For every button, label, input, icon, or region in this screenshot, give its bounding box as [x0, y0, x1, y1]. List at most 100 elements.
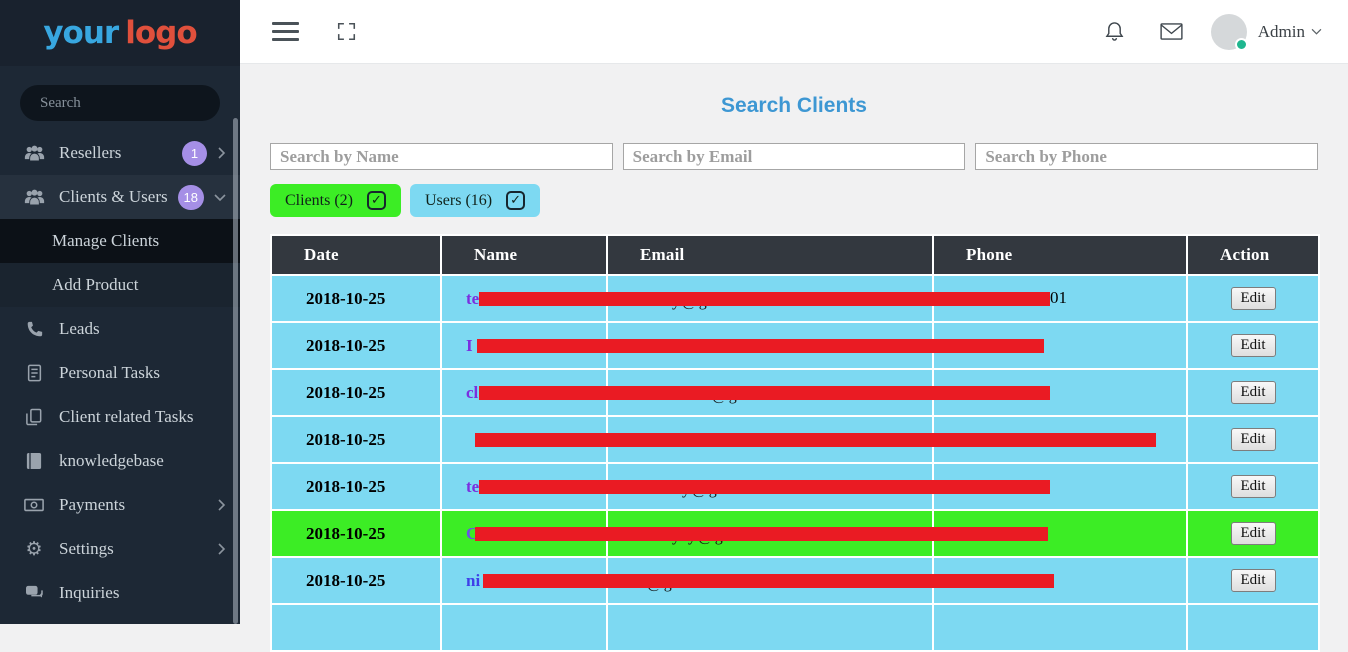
- users-filter-label: Users (16): [425, 192, 492, 210]
- table-row: 2018-10-25Cy y@g.Edit: [271, 510, 1319, 557]
- type-filters: Clients (2) ✓ Users (16) ✓: [270, 184, 1318, 217]
- sidebar-item-leads[interactable]: Leads: [0, 307, 240, 351]
- book-icon: [22, 452, 46, 470]
- sidebar-item-personal-tasks[interactable]: Personal Tasks: [0, 351, 240, 395]
- sidebar-item-add-product[interactable]: Add Product: [0, 263, 240, 307]
- user-avatar[interactable]: [1211, 14, 1247, 50]
- name-cell: te: [441, 463, 607, 510]
- sidebar-item-label: Clients & Users: [59, 187, 168, 207]
- action-cell: Edit: [1187, 369, 1319, 416]
- fullscreen-icon[interactable]: [337, 22, 356, 41]
- sidebar-item-manage-clients[interactable]: Manage Clients: [0, 219, 240, 263]
- clients-users-count-badge: 18: [178, 185, 204, 210]
- clients-checkbox[interactable]: ✓: [367, 191, 386, 210]
- hamburger-menu-icon[interactable]: [272, 22, 299, 41]
- edit-button[interactable]: Edit: [1231, 569, 1276, 592]
- email-text-fragment: @g: [712, 400, 739, 407]
- date-cell: 2018-10-25: [271, 275, 441, 322]
- phone-text-fragment: 01: [1050, 288, 1067, 308]
- edit-button[interactable]: Edit: [1231, 475, 1276, 498]
- users-filter-pill[interactable]: Users (16) ✓: [410, 184, 540, 217]
- header-date: Date: [271, 235, 441, 275]
- search-filters: [270, 143, 1318, 170]
- sidebar-item-label: Manage Clients: [52, 231, 159, 251]
- date-cell: 2018-10-25: [271, 369, 441, 416]
- name-link-fragment[interactable]: te: [466, 289, 479, 308]
- sidebar-item-label: Resellers: [59, 143, 121, 163]
- name-cell: [441, 416, 607, 463]
- chevron-right-icon: [217, 499, 226, 511]
- sidebar-item-knowledgebase[interactable]: knowledgebase: [0, 439, 240, 483]
- sidebar-item-client-related-tasks[interactable]: Client related Tasks: [0, 395, 240, 439]
- name-link-fragment[interactable]: te: [466, 477, 479, 496]
- action-cell: Edit: [1187, 510, 1319, 557]
- users-icon: [22, 145, 46, 161]
- action-cell: Edit: [1187, 463, 1319, 510]
- notifications-bell-icon[interactable]: [1105, 21, 1124, 42]
- action-cell: Edit: [1187, 275, 1319, 322]
- logo: your logo: [0, 0, 240, 66]
- date-cell: 2018-10-25: [271, 557, 441, 604]
- sidebar-item-payments[interactable]: Payments: [0, 483, 240, 527]
- action-cell: [1187, 604, 1319, 651]
- redaction-bar: [479, 480, 1050, 494]
- sidebar-menu: Resellers 1 Clients & Users 18 Manage Cl…: [0, 131, 240, 615]
- header-action: Action: [1187, 235, 1319, 275]
- name-link-fragment[interactable]: cl: [466, 383, 478, 402]
- redaction-bar: [475, 433, 1156, 447]
- clients-table: Date Name Email Phone Action 2018-10-25 t…: [270, 234, 1320, 652]
- sidebar-item-settings[interactable]: ⚙ Settings: [0, 527, 240, 571]
- name-link-fragment[interactable]: I: [466, 336, 473, 355]
- email-text-fragment: y@g: [682, 494, 719, 501]
- search-by-email-input[interactable]: [623, 143, 966, 170]
- user-name[interactable]: Admin: [1258, 22, 1305, 42]
- redaction-bar: [479, 292, 1050, 306]
- redaction-bar: [475, 527, 1048, 541]
- table-row: 2018-10-25tey@g01Edit: [271, 275, 1319, 322]
- sidebar-search-input[interactable]: Search: [20, 85, 220, 121]
- sidebar-item-label: knowledgebase: [59, 451, 164, 471]
- action-cell: Edit: [1187, 557, 1319, 604]
- date-cell: [271, 604, 441, 651]
- date-cell: 2018-10-25: [271, 322, 441, 369]
- users-icon: [22, 189, 46, 205]
- edit-button[interactable]: Edit: [1231, 381, 1276, 404]
- date-cell: 2018-10-25: [271, 510, 441, 557]
- gear-icon: ⚙: [22, 540, 46, 559]
- sidebar-item-label: Add Product: [52, 275, 138, 295]
- edit-button[interactable]: Edit: [1231, 287, 1276, 310]
- edit-button[interactable]: Edit: [1231, 522, 1276, 545]
- sidebar-scrollbar[interactable]: [233, 118, 238, 624]
- sidebar-item-label: Settings: [59, 539, 114, 559]
- phone-cell: [933, 604, 1187, 651]
- redaction-bar: [477, 339, 1044, 353]
- mail-icon[interactable]: [1160, 23, 1183, 40]
- edit-button[interactable]: Edit: [1231, 428, 1276, 451]
- document-icon: [22, 364, 46, 382]
- users-checkbox[interactable]: ✓: [506, 191, 525, 210]
- table-body: 2018-10-25tey@g01Edit2018-10-25I-Edit201…: [271, 275, 1319, 651]
- chevron-right-icon: [217, 147, 226, 159]
- redaction-bar: [483, 574, 1054, 588]
- sidebar-item-resellers[interactable]: Resellers 1: [0, 131, 240, 175]
- sidebar-item-clients-users[interactable]: Clients & Users 18: [0, 175, 240, 219]
- action-cell: Edit: [1187, 322, 1319, 369]
- table-header-row: Date Name Email Phone Action: [271, 235, 1319, 275]
- logo-text-logo: logo: [125, 15, 196, 51]
- name-cell: [441, 604, 607, 651]
- search-by-name-input[interactable]: [270, 143, 613, 170]
- chat-icon: [22, 585, 46, 601]
- table-row: 2018-10-25ni@gEdit: [271, 557, 1319, 604]
- resellers-count-badge: 1: [182, 141, 207, 166]
- edit-button[interactable]: Edit: [1231, 334, 1276, 357]
- name-link-fragment[interactable]: ni: [466, 571, 480, 590]
- sidebar-item-inquiries[interactable]: Inquiries: [0, 571, 240, 615]
- table-row: [271, 604, 1319, 651]
- header-name: Name: [441, 235, 607, 275]
- search-by-phone-input[interactable]: [975, 143, 1318, 170]
- chevron-down-icon[interactable]: [1311, 28, 1322, 36]
- clients-filter-pill[interactable]: Clients (2) ✓: [270, 184, 401, 217]
- date-cell: 2018-10-25: [271, 463, 441, 510]
- topbar: Admin: [240, 0, 1348, 64]
- action-cell: Edit: [1187, 416, 1319, 463]
